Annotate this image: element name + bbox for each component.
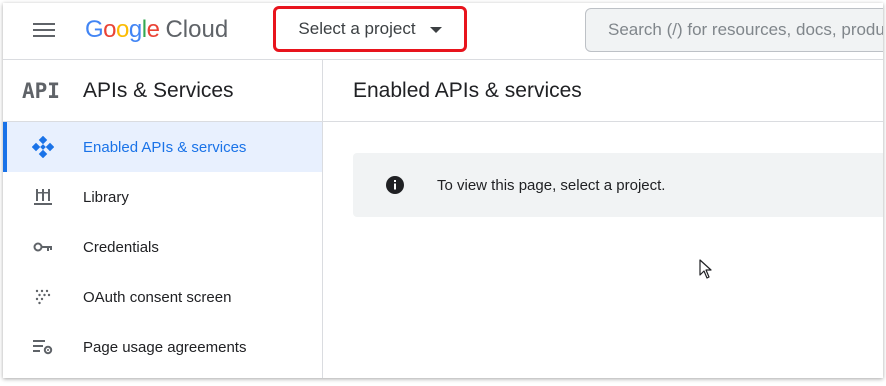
sidebar-item-label: Enabled APIs & services: [83, 138, 247, 156]
sidebar-item-label: Page usage agreements: [83, 338, 247, 356]
mouse-cursor-icon: [699, 259, 713, 284]
hamburger-menu-icon[interactable]: [31, 19, 57, 43]
info-icon: [353, 176, 437, 194]
sidebar-item-oauth-consent[interactable]: OAuth consent screen: [3, 272, 322, 322]
page-title: Enabled APIs & services: [353, 78, 582, 102]
search-box[interactable]: [585, 8, 883, 52]
consent-dots-icon: [3, 289, 83, 305]
google-cloud-logo[interactable]: Google Cloud: [85, 15, 228, 45]
sidebar-title: APIs & Services: [83, 78, 234, 102]
sidebar-item-label: OAuth consent screen: [83, 288, 232, 306]
sidebar-item-credentials[interactable]: Credentials: [3, 222, 322, 272]
project-picker-button[interactable]: Select a project: [273, 6, 467, 52]
logo-google-text: Google: [85, 16, 160, 43]
sidebar-item-label: Credentials: [83, 238, 159, 256]
dropdown-arrow-icon: [429, 27, 442, 33]
sidebar-item-enabled-apis[interactable]: Enabled APIs & services: [3, 122, 322, 172]
notice-text: To view this page, select a project.: [437, 176, 666, 194]
sidebar-header: API APIs & Services: [3, 60, 322, 122]
info-notice: To view this page, select a project.: [353, 153, 883, 217]
top-bar: Google Cloud Select a project: [3, 3, 883, 60]
sidebar-item-library[interactable]: Library: [3, 172, 322, 222]
library-icon: [3, 188, 83, 206]
project-picker-label: Select a project: [298, 19, 416, 38]
api-diamond-icon: [3, 136, 83, 158]
search-input[interactable]: [606, 19, 883, 41]
settings-list-icon: [3, 339, 83, 355]
sidebar-item-page-usage[interactable]: Page usage agreements: [3, 322, 322, 372]
api-logo-icon: API: [22, 78, 60, 103]
console-window: Google Cloud Select a project API APIs &…: [3, 3, 883, 378]
logo-product-text: Cloud: [165, 16, 229, 43]
key-icon: [3, 241, 83, 253]
main-header: Enabled APIs & services: [323, 60, 883, 122]
sidebar: API APIs & Services Enabled APIs & servi…: [3, 60, 323, 378]
main-content: Enabled APIs & services To view this pag…: [323, 60, 883, 378]
sidebar-item-label: Library: [83, 188, 129, 206]
